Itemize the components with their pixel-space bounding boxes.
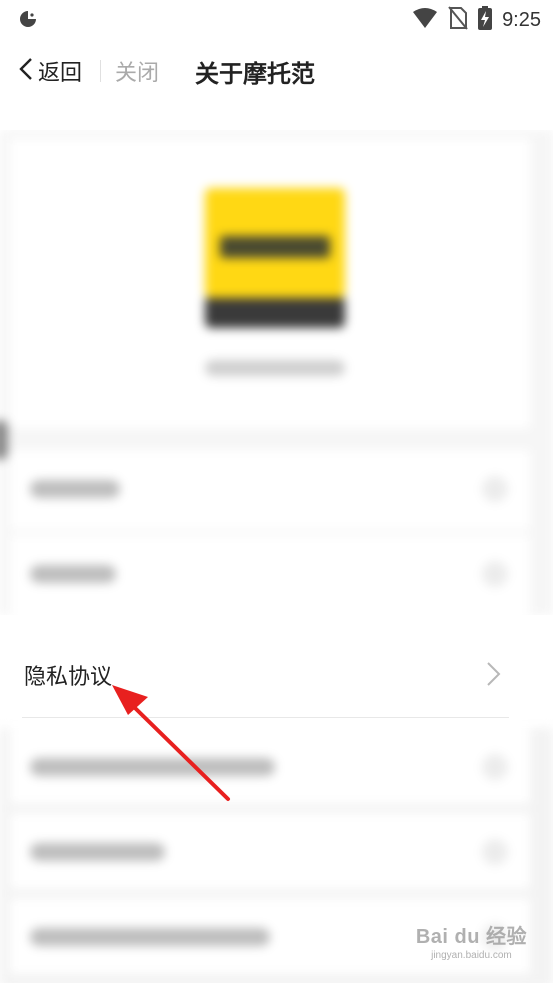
watermark-logo: Bai du 经验 (415, 926, 527, 948)
wifi-icon (412, 7, 438, 33)
nav-bar: 返回 关闭 关于摩托范 (0, 40, 553, 104)
version-text-blurred (205, 360, 345, 376)
watermark-url: jingyan.baidu.com (431, 950, 512, 961)
status-time: 9:25 (502, 8, 541, 31)
battery-charging-icon (478, 6, 493, 34)
no-sim-icon (448, 6, 468, 34)
privacy-agreement-item[interactable]: 隐私协议 (0, 615, 553, 718)
chevron-left-icon (18, 56, 34, 86)
blurred-content (0, 130, 553, 983)
chevron-right-icon (483, 661, 503, 687)
privacy-agreement-label: 隐私协议 (24, 665, 113, 690)
edge-shape (0, 420, 8, 460)
status-bar: 9:25 (0, 0, 553, 40)
app-info-card (10, 138, 530, 428)
close-button[interactable]: 关闭 (115, 55, 159, 87)
back-button[interactable]: 返回 (18, 54, 82, 88)
list-item[interactable] (10, 450, 530, 530)
back-label: 返回 (38, 61, 83, 86)
watermark: Bai du 经验 jingyan.baidu.com (416, 920, 527, 961)
pacman-app-icon (18, 9, 38, 29)
app-logo-base (205, 298, 345, 328)
page-title: 关于摩托范 (195, 60, 315, 88)
list-item[interactable] (10, 813, 530, 889)
blurred-upper-section (0, 130, 553, 615)
app-logo (205, 188, 345, 298)
list-item[interactable] (10, 535, 530, 615)
divider (22, 717, 509, 718)
nav-separator (100, 60, 101, 82)
list-item[interactable] (10, 728, 530, 804)
